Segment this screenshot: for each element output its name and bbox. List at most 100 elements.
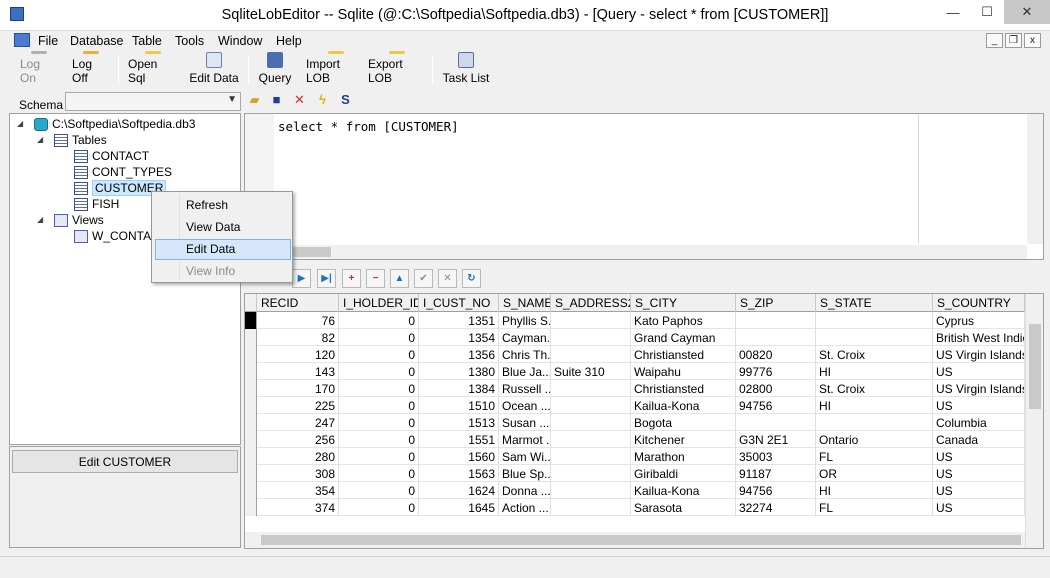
menu-database[interactable]: Database: [70, 34, 124, 48]
grid-cell[interactable]: 0: [339, 363, 419, 380]
grid-cell[interactable]: [551, 499, 631, 516]
grid-cell[interactable]: 82: [257, 329, 339, 346]
grid-cell[interactable]: G3N 2E1: [736, 431, 816, 448]
edit-record-button[interactable]: ▲: [390, 269, 409, 288]
grid-cell[interactable]: St. Croix: [816, 346, 933, 363]
menu-window[interactable]: Window: [218, 34, 262, 48]
sql-vertical-scrollbar[interactable]: [1027, 114, 1043, 244]
table-row[interactable]: 7601351Phyllis S... Kato Paphos Cyprus: [245, 312, 1025, 329]
execute-icon[interactable]: ϟ: [315, 92, 330, 107]
mdi-close-button[interactable]: x: [1024, 33, 1041, 48]
row-indicator[interactable]: [245, 499, 257, 516]
collapse-icon[interactable]: ◢: [37, 215, 43, 224]
table-row[interactable]: 170 0 1384 Russell ... Christiansted 02800 St.…: [245, 380, 1025, 397]
grid-cell[interactable]: 0: [339, 346, 419, 363]
grid-cell[interactable]: HI: [816, 363, 933, 380]
table-row[interactable]: 143 0 1380 Blue Ja... Suite 310 Waipahu 99776 H…: [245, 363, 1025, 380]
row-indicator[interactable]: [245, 363, 257, 380]
table-row[interactable]: 8201354Cayman... Grand Cayman British West…: [245, 329, 1025, 346]
grid-cell[interactable]: Action ...: [499, 499, 551, 516]
grid-cell[interactable]: [816, 414, 933, 431]
grid-cell[interactable]: 143: [257, 363, 339, 380]
table-row[interactable]: 354 0 1624 Donna ... Kailua-Kona 94756 HI US: [245, 482, 1025, 499]
grid-cell[interactable]: [736, 329, 816, 346]
grid-cell[interactable]: St. Croix: [816, 380, 933, 397]
grid-cell[interactable]: Ontario: [816, 431, 933, 448]
table-row[interactable]: 247 0 1513 Susan ... Bogota Columbia: [245, 414, 1025, 431]
grid-cell[interactable]: 1354: [419, 329, 499, 346]
grid-cell[interactable]: [736, 414, 816, 431]
grid-cell[interactable]: 354: [257, 482, 339, 499]
grid-cell[interactable]: 0: [339, 329, 419, 346]
edit-customer-button[interactable]: Edit CUSTOMER: [12, 450, 238, 473]
grid-cell[interactable]: 247: [257, 414, 339, 431]
grid-cell[interactable]: 1513: [419, 414, 499, 431]
tree-node-fish[interactable]: FISH: [74, 196, 119, 212]
grid-cell[interactable]: Columbia: [933, 414, 1025, 431]
grid-cell[interactable]: 0: [339, 414, 419, 431]
grid-cell[interactable]: 91187: [736, 465, 816, 482]
delete-record-button[interactable]: −: [366, 269, 385, 288]
grid-cell[interactable]: 0: [339, 431, 419, 448]
grid-cell[interactable]: Ocean ...: [499, 397, 551, 414]
row-indicator[interactable]: [245, 397, 257, 414]
last-record-button[interactable]: ▶|: [317, 269, 336, 288]
table-row[interactable]: 225 0 1510 Ocean ... Kailua-Kona 94756 HI US: [245, 397, 1025, 414]
current-row-indicator[interactable]: [245, 312, 257, 329]
table-row[interactable]: 374 0 1645 Action ... Sarasota 32274 FL US: [245, 499, 1025, 516]
grid-cell[interactable]: 94756: [736, 482, 816, 499]
menu-file[interactable]: File: [38, 34, 58, 48]
open-folder-icon[interactable]: ▰: [247, 92, 262, 107]
grid-cell[interactable]: [551, 431, 631, 448]
grid-cell[interactable]: Waipahu: [631, 363, 736, 380]
log-off-button[interactable]: Log Off: [72, 51, 110, 89]
grid-cell[interactable]: [551, 465, 631, 482]
grid-cell[interactable]: [736, 312, 816, 329]
table-row[interactable]: 280 0 1560 Sam Wi... Marathon 35003 FL US: [245, 448, 1025, 465]
sql-editor[interactable]: select * from [CUSTOMER]: [244, 113, 1044, 260]
grid-cell[interactable]: [551, 397, 631, 414]
column-header[interactable]: S_ADDRESS2: [551, 294, 631, 312]
menu-table[interactable]: Table: [132, 34, 162, 48]
schema-dropdown[interactable]: ▼: [65, 92, 241, 111]
grid-cell[interactable]: Susan ...: [499, 414, 551, 431]
grid-cell[interactable]: Kailua-Kona: [631, 482, 736, 499]
grid-cell[interactable]: HI: [816, 482, 933, 499]
grid-cell[interactable]: Christiansted: [631, 346, 736, 363]
grid-cell[interactable]: [551, 312, 631, 329]
export-lob-button[interactable]: Export LOB: [368, 51, 426, 89]
grid-cell[interactable]: HI: [816, 397, 933, 414]
grid-cell[interactable]: 0: [339, 448, 419, 465]
grid-cell[interactable]: Cayman...: [499, 329, 551, 346]
grid-cell[interactable]: Grand Cayman: [631, 329, 736, 346]
grid-cell[interactable]: 0: [339, 397, 419, 414]
log-on-button[interactable]: Log On: [20, 51, 58, 89]
grid-cell[interactable]: 0: [339, 482, 419, 499]
grid-cell[interactable]: Phyllis S...: [499, 312, 551, 329]
grid-cell[interactable]: Russell ...: [499, 380, 551, 397]
sql-horizontal-scrollbar[interactable]: [245, 245, 1027, 259]
grid-cell[interactable]: 1356: [419, 346, 499, 363]
grid-cell[interactable]: Bogota: [631, 414, 736, 431]
data-grid[interactable]: RECID I_HOLDER_ID I_CUST_NO S_NAME S_ADD…: [244, 293, 1044, 549]
column-header[interactable]: RECID: [257, 294, 339, 312]
chevron-down-icon[interactable]: ▼: [227, 94, 237, 105]
grid-cell[interactable]: Sarasota: [631, 499, 736, 516]
row-indicator[interactable]: [245, 380, 257, 397]
grid-cell[interactable]: 32274: [736, 499, 816, 516]
grid-cell[interactable]: US: [933, 482, 1025, 499]
query-button[interactable]: Query: [256, 51, 294, 89]
grid-cell[interactable]: 0: [339, 312, 419, 329]
edit-data-button[interactable]: Edit Data: [188, 51, 240, 89]
column-header[interactable]: S_COUNTRY: [933, 294, 1025, 312]
grid-cell[interactable]: Cyprus: [933, 312, 1025, 329]
collapse-icon[interactable]: ◢: [37, 135, 43, 144]
scroll-thumb[interactable]: [261, 535, 1021, 545]
table-row[interactable]: 256 0 1551 Marmot ... Kitchener G3N 2E1 Ontari…: [245, 431, 1025, 448]
grid-cell[interactable]: British West Indies: [933, 329, 1025, 346]
grid-cell[interactable]: [551, 482, 631, 499]
next-record-button[interactable]: ▶: [292, 269, 311, 288]
grid-cell[interactable]: [551, 329, 631, 346]
grid-cell[interactable]: 170: [257, 380, 339, 397]
menu-tools[interactable]: Tools: [175, 34, 204, 48]
